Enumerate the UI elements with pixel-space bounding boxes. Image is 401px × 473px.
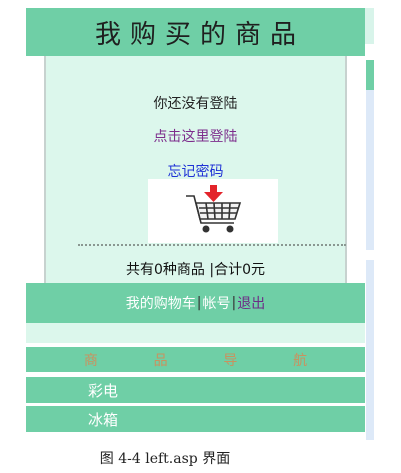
nav-header-char: 品	[153, 352, 168, 369]
login-link[interactable]: 点击这里登陆	[46, 126, 345, 146]
shopping-cart-icon	[186, 185, 242, 233]
separator: |	[196, 295, 202, 311]
login-status-text: 你还没有登陆	[153, 96, 238, 112]
right-strip-mid	[366, 60, 374, 90]
forgot-password-link[interactable]: 忘记密码	[46, 161, 345, 181]
account-bar: 我的购物车 | 帐号 | 退出	[26, 283, 365, 323]
account-link[interactable]: 帐号	[203, 293, 231, 313]
figure-caption: 图 4-4 left.asp 界面	[99, 451, 231, 467]
logout-link[interactable]: 退出	[237, 293, 265, 313]
page-title: 我购买的商品	[26, 8, 365, 56]
spacer-band	[26, 323, 365, 343]
login-panel: 你还没有登陆 点击这里登陆 忘记密码 共有0种商品 |合计0元	[44, 56, 347, 283]
nav-header-char: 航	[293, 352, 308, 369]
cart-image	[148, 179, 278, 243]
right-strip-panel	[366, 90, 374, 250]
my-cart-link[interactable]: 我的购物车	[126, 293, 196, 313]
right-strip-top	[365, 8, 374, 44]
nav-header-char: 导	[223, 352, 238, 369]
separator: |	[231, 295, 237, 311]
cart-summary-text: 共有0种商品 |合计0元	[126, 262, 265, 278]
dotted-divider	[78, 244, 346, 246]
category-item-tv[interactable]: 彩电	[26, 377, 365, 403]
arrow-down-icon	[204, 185, 223, 202]
nav-header-char: 商	[83, 352, 98, 369]
right-strip-lower	[366, 260, 374, 440]
category-nav-header: 商 品 导 航	[26, 347, 365, 372]
category-item-fridge[interactable]: 冰箱	[26, 406, 365, 432]
